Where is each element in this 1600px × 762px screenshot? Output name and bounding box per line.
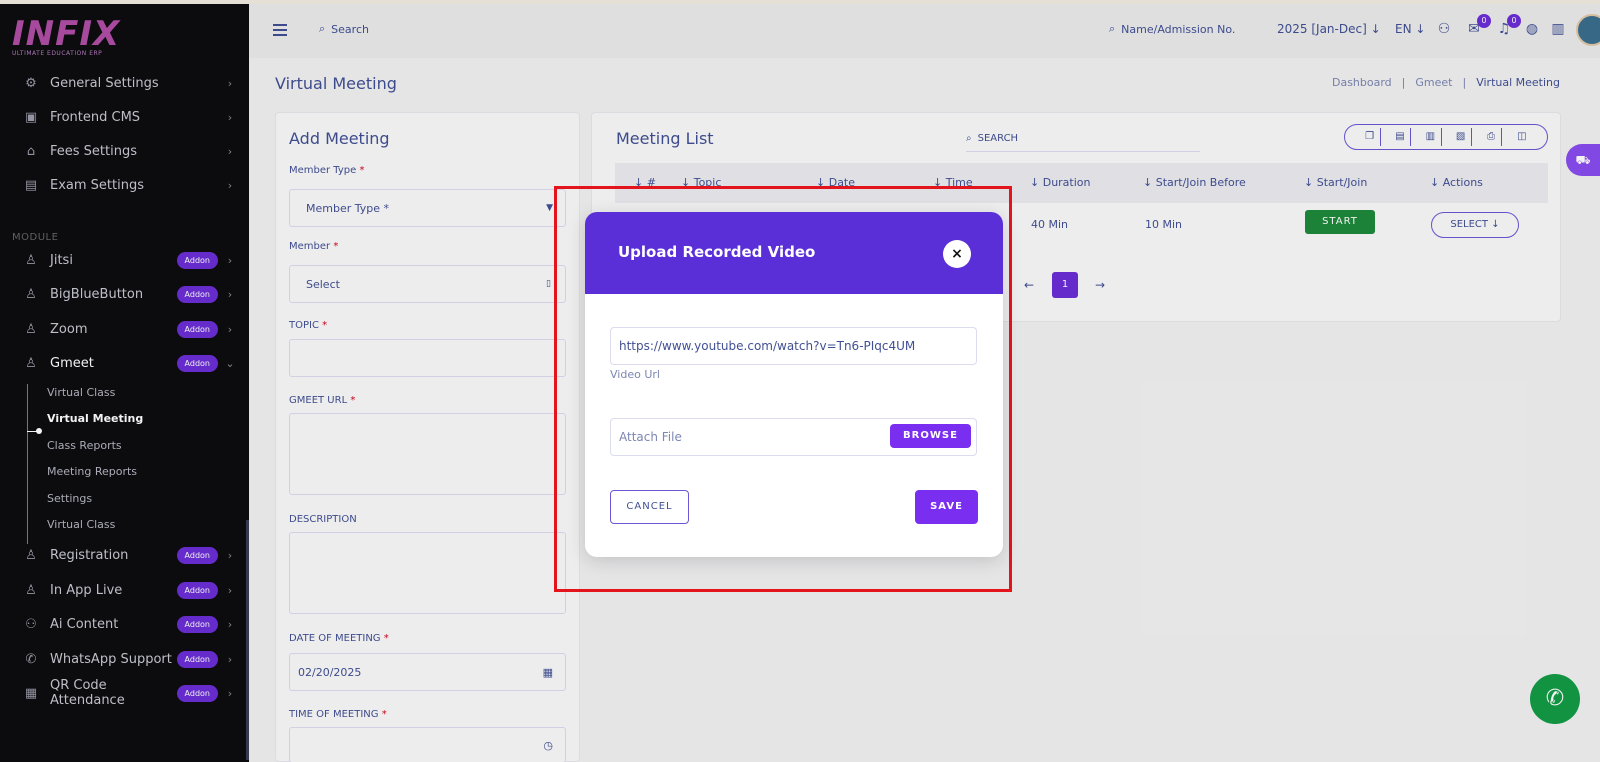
video-url-label: Video Url xyxy=(610,368,660,381)
attach-file-placeholder: Attach File xyxy=(619,430,682,444)
video-url-input[interactable]: https://www.youtube.com/watch?v=Tn6-PIqc… xyxy=(610,327,977,365)
cancel-button[interactable]: CANCEL xyxy=(610,490,689,524)
browse-button[interactable]: BROWSE xyxy=(890,424,971,448)
modal-title: Upload Recorded Video xyxy=(618,243,816,261)
video-url-value: https://www.youtube.com/watch?v=Tn6-PIqc… xyxy=(619,339,916,353)
modal-header: Upload Recorded Video × xyxy=(585,212,1003,294)
save-button[interactable]: SAVE xyxy=(915,490,978,524)
upload-recorded-video-modal: Upload Recorded Video × https://www.yout… xyxy=(585,212,1003,557)
close-icon[interactable]: × xyxy=(943,240,971,268)
